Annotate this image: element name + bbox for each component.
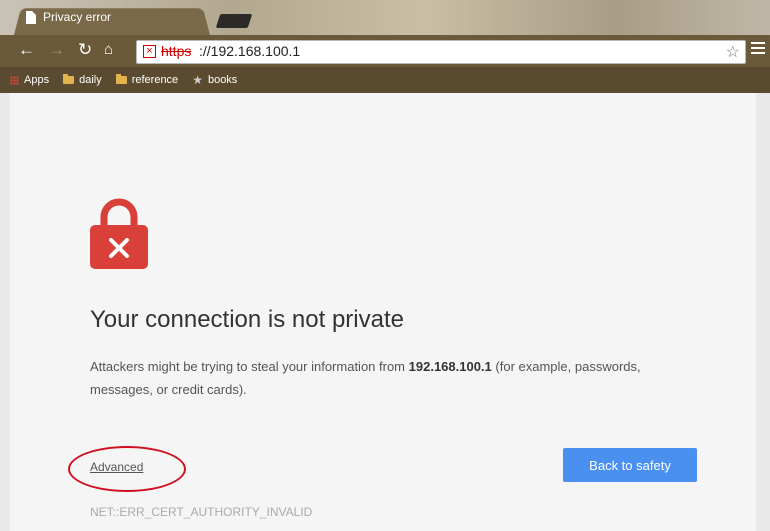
error-description: Attackers might be trying to steal your …: [90, 355, 690, 401]
page-content: Your connection is not private Attackers…: [10, 93, 756, 531]
address-bar[interactable]: × https ://192.168.100.1 ☆: [136, 40, 746, 64]
description-prefix: Attackers might be trying to steal your …: [90, 359, 409, 374]
tab-content: Privacy error: [26, 10, 111, 24]
reload-icon[interactable]: ↻: [78, 40, 92, 60]
forward-icon[interactable]: →: [48, 40, 65, 60]
back-to-safety-button[interactable]: Back to safety: [563, 448, 697, 482]
page-icon: [26, 10, 36, 24]
bookmark-label: Apps: [24, 74, 50, 86]
browser-chrome: Privacy error ← → ↻ ⌂ × https ://192.168…: [0, 0, 770, 93]
url-scheme: https: [161, 43, 192, 59]
broken-padlock-icon: [90, 198, 148, 269]
error-code: NET::ERR_CERT_AUTHORITY_INVALID: [90, 505, 313, 519]
home-icon[interactable]: ⌂: [104, 40, 113, 60]
folder-icon: [115, 74, 127, 84]
page-title: Your connection is not private: [90, 306, 404, 333]
host-name: 192.168.100.1: [408, 359, 492, 374]
menu-icon[interactable]: [751, 42, 765, 57]
bookmark-books[interactable]: ★ books: [192, 73, 237, 87]
window-border-right: [756, 93, 770, 531]
new-tab-button[interactable]: [215, 14, 253, 28]
tab-strip: Privacy error: [0, 0, 770, 36]
url-host: ://192.168.100.1: [199, 43, 301, 59]
tab-title: Privacy error: [43, 10, 112, 24]
annotation-circle: [68, 446, 186, 492]
back-icon[interactable]: ←: [18, 40, 35, 60]
broken-lock-icon: ×: [143, 45, 156, 58]
bookmark-label: daily: [79, 74, 102, 86]
folder-icon: [63, 74, 75, 84]
bookmark-daily[interactable]: daily: [63, 74, 102, 86]
toolbar: ← → ↻ ⌂ × https ://192.168.100.1 ☆: [0, 35, 770, 67]
apps-icon: [10, 75, 19, 85]
bookmark-label: books: [207, 74, 238, 86]
bookmark-reference[interactable]: reference: [115, 74, 179, 86]
star-icon: ★: [192, 73, 203, 87]
bookmark-label: reference: [131, 74, 179, 86]
bookmark-star-icon[interactable]: ☆: [726, 42, 740, 62]
bookmarks-bar: Apps daily reference ★ books: [0, 67, 770, 93]
window-border-left: [0, 93, 10, 531]
bookmark-apps[interactable]: Apps: [10, 74, 49, 86]
